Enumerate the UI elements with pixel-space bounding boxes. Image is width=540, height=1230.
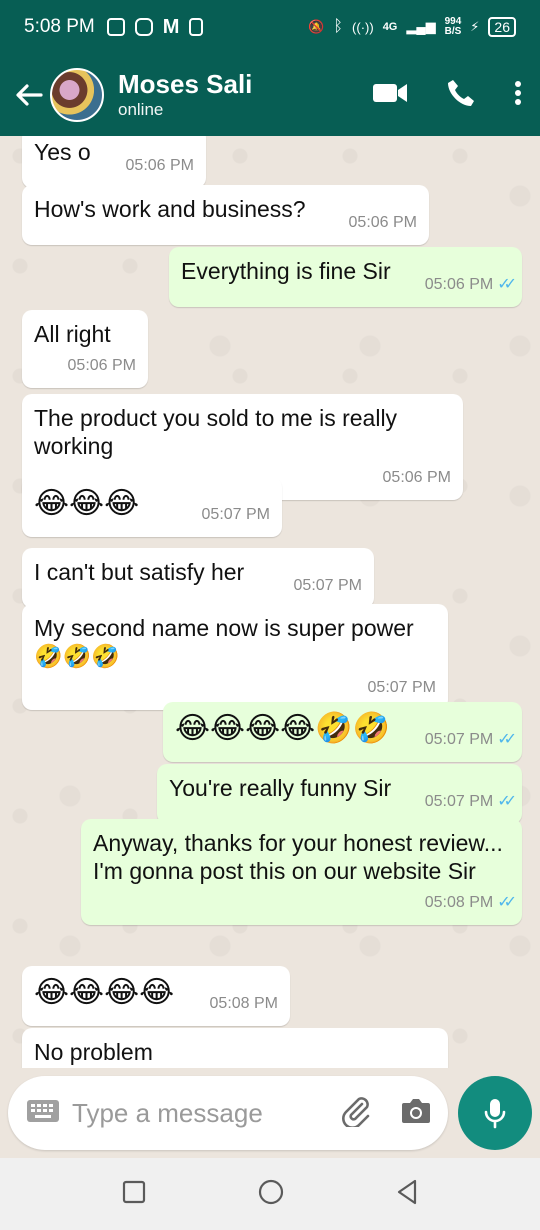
- network-type: 4G: [382, 21, 398, 33]
- message-incoming[interactable]: My second name now is super power 🤣🤣🤣 05…: [22, 604, 448, 710]
- message-list[interactable]: Yes o 05:06 PM How's work and business? …: [0, 136, 540, 1068]
- status-time: 5:08 PM: [24, 16, 95, 37]
- battery-level: 26: [488, 17, 516, 37]
- sim-card-icon: [189, 18, 204, 36]
- message-text: 😂😂😂😂🤣🤣: [175, 712, 390, 745]
- silent-bell-icon: 🔕: [308, 19, 325, 34]
- message-time: 05:07 PM: [424, 731, 494, 748]
- message-time: 05:06 PM: [125, 157, 194, 174]
- message-incoming[interactable]: No problem: [22, 1028, 448, 1068]
- double-check-icon: ✓✓: [497, 793, 517, 810]
- message-meta: 05:08 PM ✓✓: [93, 889, 517, 917]
- message-time: 05:07 PM: [367, 679, 436, 696]
- keyboard-icon[interactable]: [26, 1099, 60, 1128]
- signal-icon: ▂▄▆: [406, 19, 436, 34]
- message-text: 😂😂😂: [34, 487, 140, 520]
- video-call-icon[interactable]: [372, 81, 408, 110]
- camera-icon[interactable]: [400, 1097, 432, 1130]
- back-nav-icon[interactable]: [396, 1179, 418, 1210]
- charging-icon: ⚡: [470, 19, 480, 34]
- message-meta: 05:07 PM ✓✓: [424, 788, 517, 816]
- double-check-icon: ✓✓: [497, 894, 517, 911]
- message-time: 05:06 PM: [348, 214, 417, 231]
- message-text: Yes o: [34, 139, 91, 165]
- message-text: Everything is fine Sir: [181, 258, 391, 284]
- message-input[interactable]: Type a message: [72, 1098, 340, 1129]
- message-incoming[interactable]: How's work and business? 05:06 PM: [22, 185, 429, 245]
- message-incoming[interactable]: Yes o 05:06 PM: [22, 136, 206, 188]
- contact-info[interactable]: Moses Sali online: [118, 69, 252, 121]
- message-meta: 05:06 PM ✓✓: [424, 271, 517, 299]
- message-text: How's work and business?: [34, 196, 306, 222]
- microphone-icon[interactable]: [458, 1076, 532, 1150]
- message-time: 05:06 PM: [424, 276, 494, 293]
- message-text: Anyway, thanks for your honest review...…: [93, 830, 503, 884]
- message-incoming[interactable]: 😂😂😂 05:07 PM: [22, 477, 282, 537]
- app-notification-icon: [106, 18, 125, 36]
- double-check-icon: ✓✓: [497, 731, 517, 748]
- message-incoming[interactable]: I can't but satisfy her 05:07 PM: [22, 548, 374, 608]
- arrow-left-icon[interactable]: [12, 78, 46, 112]
- message-outgoing[interactable]: Everything is fine Sir 05:06 PM ✓✓: [169, 247, 522, 307]
- message-outgoing[interactable]: 😂😂😂😂🤣🤣 05:07 PM ✓✓: [163, 702, 522, 762]
- message-outgoing[interactable]: Anyway, thanks for your honest review...…: [81, 819, 522, 925]
- status-bar: 5:08 PM M 🔕 ᛒ ((·)) 4G ▂▄▆ 994 B/S ⚡ 26: [0, 0, 540, 54]
- chat-header: Moses Sali online: [0, 54, 540, 136]
- message-text: All right: [34, 321, 111, 347]
- message-time: 05:06 PM: [67, 357, 136, 374]
- message-time: 05:07 PM: [424, 793, 494, 810]
- message-text: The product you sold to me is really wor…: [34, 405, 398, 459]
- message-text: My second name now is super power 🤣🤣🤣: [34, 615, 414, 669]
- message-time: 05:07 PM: [201, 506, 270, 523]
- contact-status: online: [118, 100, 164, 119]
- system-nav-bar: [0, 1158, 540, 1230]
- instagram-icon: [134, 18, 153, 36]
- gmail-icon: M: [162, 15, 180, 38]
- phone-icon[interactable]: [446, 78, 476, 113]
- message-incoming[interactable]: 😂😂😂😂 05:08 PM: [22, 966, 290, 1026]
- hotspot-icon: ((·)): [352, 19, 374, 35]
- more-vert-icon[interactable]: [514, 80, 522, 111]
- double-check-icon: ✓✓: [497, 276, 517, 293]
- message-time: 05:07 PM: [293, 577, 362, 594]
- message-time: 05:08 PM: [424, 894, 494, 911]
- message-time: 05:08 PM: [209, 995, 278, 1012]
- avatar[interactable]: [50, 68, 104, 122]
- message-text: No problem: [34, 1039, 153, 1065]
- home-icon[interactable]: [258, 1179, 284, 1210]
- message-meta: 05:07 PM ✓✓: [424, 726, 517, 754]
- message-composer: Type a message: [8, 1076, 448, 1150]
- message-outgoing[interactable]: You're really funny Sir 05:07 PM ✓✓: [157, 764, 522, 824]
- message-text: 😂😂😂😂: [34, 976, 175, 1009]
- recents-icon[interactable]: [122, 1180, 146, 1209]
- network-speed: 994 B/S: [444, 16, 462, 37]
- bluetooth-icon: ᛒ: [333, 18, 344, 35]
- message-text: I can't but satisfy her: [34, 559, 245, 585]
- paperclip-icon[interactable]: [340, 1095, 372, 1132]
- message-incoming[interactable]: All right 05:06 PM: [22, 310, 148, 388]
- message-text: You're really funny Sir: [169, 775, 392, 801]
- contact-name: Moses Sali: [118, 69, 253, 99]
